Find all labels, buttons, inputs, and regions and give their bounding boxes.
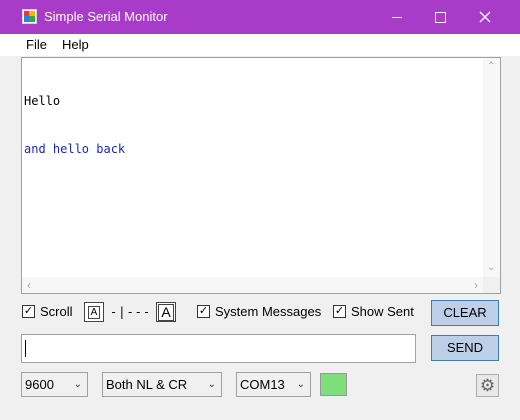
maximize-icon — [434, 11, 446, 23]
output-line-sent: and hello back — [24, 142, 126, 156]
baud-rate-value: 9600 — [25, 377, 54, 392]
title-bar: Simple Serial Monitor — [0, 0, 520, 34]
show-sent-label: Show Sent — [351, 304, 414, 319]
scroll-label: Scroll — [40, 304, 73, 319]
maximize-button[interactable] — [417, 0, 463, 34]
output-line-received: Hello — [24, 94, 61, 108]
font-small-icon: A — [87, 306, 101, 319]
app-logo-icon — [22, 9, 37, 24]
clear-button[interactable]: CLEAR — [431, 300, 499, 326]
font-smaller-button[interactable]: A — [84, 302, 104, 322]
menu-bar: File Help — [0, 34, 520, 56]
close-icon — [479, 11, 491, 23]
show-sent-checkbox[interactable]: ✓ — [333, 305, 346, 318]
baud-rate-select[interactable]: 9600 ⌄ — [21, 372, 88, 397]
gear-icon: ⚙ — [479, 376, 496, 395]
chevron-down-icon: ⌄ — [296, 379, 305, 390]
system-messages-label: System Messages — [215, 304, 322, 319]
port-select[interactable]: COM13 ⌄ — [236, 372, 311, 397]
line-ending-value: Both NL & CR — [106, 377, 188, 392]
chevron-down-icon: ⌄ — [73, 379, 82, 390]
minimize-button[interactable] — [374, 0, 420, 34]
chevron-right-icon[interactable]: › — [474, 279, 478, 291]
window-title: Simple Serial Monitor — [44, 9, 168, 24]
menu-help[interactable]: Help — [62, 38, 89, 52]
send-button[interactable]: SEND — [431, 335, 499, 361]
send-input[interactable] — [21, 334, 416, 363]
vertical-scrollbar[interactable]: ⌃ ⌄ — [483, 58, 500, 277]
output-text: Hello and hello back — [24, 61, 125, 189]
font-larger-button[interactable]: A — [156, 302, 176, 322]
scroll-checkbox[interactable]: ✓ — [22, 305, 35, 318]
font-large-icon: A — [158, 304, 174, 321]
font-size-slider[interactable]: -|--- — [110, 305, 151, 319]
close-button[interactable] — [462, 0, 508, 34]
chevron-down-icon[interactable]: ⌄ — [487, 263, 495, 273]
port-value: COM13 — [240, 377, 285, 392]
menu-file[interactable]: File — [26, 38, 47, 52]
system-messages-checkbox[interactable]: ✓ — [197, 305, 210, 318]
horizontal-scrollbar[interactable]: ‹ › — [22, 277, 483, 293]
line-ending-select[interactable]: Both NL & CR ⌄ — [102, 372, 222, 397]
text-caret — [25, 340, 26, 357]
connection-status-indicator — [320, 373, 347, 396]
chevron-down-icon: ⌄ — [207, 379, 216, 390]
minimize-icon — [392, 16, 402, 18]
serial-output[interactable]: Hello and hello back ⌃ ⌄ ‹ › — [21, 57, 501, 294]
chevron-up-icon[interactable]: ⌃ — [487, 62, 495, 72]
settings-button[interactable]: ⚙ — [476, 374, 499, 397]
scrollbar-corner — [483, 277, 500, 293]
chevron-left-icon[interactable]: ‹ — [27, 279, 31, 291]
